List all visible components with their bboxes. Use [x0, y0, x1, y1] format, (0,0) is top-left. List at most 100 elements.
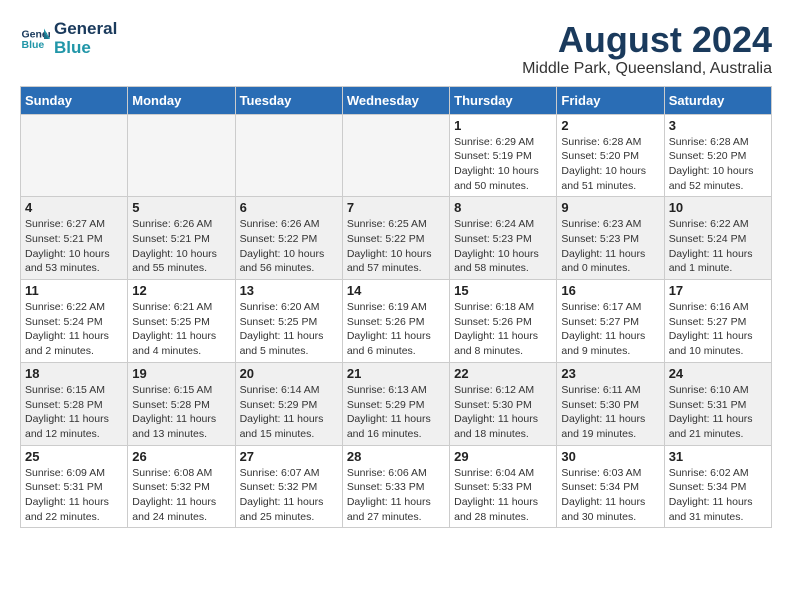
day-number: 19	[132, 366, 230, 381]
calendar-day: 19 Sunrise: 6:15 AMSunset: 5:28 PMDayligh…	[128, 362, 235, 445]
day-number: 26	[132, 449, 230, 464]
day-info: Sunrise: 6:15 AMSunset: 5:28 PMDaylight:…	[25, 383, 123, 442]
calendar-day: 8 Sunrise: 6:24 AMSunset: 5:23 PMDaylight…	[450, 197, 557, 280]
calendar-table: SundayMondayTuesdayWednesdayThursdayFrid…	[20, 86, 772, 529]
calendar-day: 31 Sunrise: 6:02 AMSunset: 5:34 PMDayligh…	[664, 445, 771, 528]
calendar-day: 23 Sunrise: 6:11 AMSunset: 5:30 PMDayligh…	[557, 362, 664, 445]
day-info: Sunrise: 6:10 AMSunset: 5:31 PMDaylight:…	[669, 383, 767, 442]
logo-text-general: General	[54, 20, 117, 39]
day-info: Sunrise: 6:21 AMSunset: 5:25 PMDaylight:…	[132, 300, 230, 359]
calendar-day	[235, 114, 342, 197]
day-info: Sunrise: 6:11 AMSunset: 5:30 PMDaylight:…	[561, 383, 659, 442]
day-info: Sunrise: 6:16 AMSunset: 5:27 PMDaylight:…	[669, 300, 767, 359]
calendar-day: 5Sunrise: 6:26 AMSunset: 5:21 PMDaylight…	[128, 197, 235, 280]
day-number: 25	[25, 449, 123, 464]
day-info: Sunrise: 6:28 AMSunset: 5:20 PMDaylight:…	[561, 135, 659, 194]
day-number: 1	[454, 118, 552, 133]
calendar-week-1: 1 Sunrise: 6:29 AMSunset: 5:19 PMDaylight…	[21, 114, 772, 197]
day-number: 6	[240, 200, 338, 215]
day-info: Sunrise: 6:22 AMSunset: 5:24 PMDaylight:…	[25, 300, 123, 359]
calendar-week-5: 25 Sunrise: 6:09 AMSunset: 5:31 PMDayligh…	[21, 445, 772, 528]
day-info: Sunrise: 6:19 AMSunset: 5:26 PMDaylight:…	[347, 300, 445, 359]
calendar-day: 14Sunrise: 6:19 AMSunset: 5:26 PMDayligh…	[342, 280, 449, 363]
day-info: Sunrise: 6:27 AMSunset: 5:21 PMDaylight:…	[25, 217, 123, 276]
calendar-day: 29 Sunrise: 6:04 AMSunset: 5:33 PMDayligh…	[450, 445, 557, 528]
calendar-day	[128, 114, 235, 197]
calendar-day	[21, 114, 128, 197]
day-number: 18	[25, 366, 123, 381]
day-info: Sunrise: 6:02 AMSunset: 5:34 PMDaylight:…	[669, 466, 767, 525]
calendar-day: 24Sunrise: 6:10 AMSunset: 5:31 PMDayligh…	[664, 362, 771, 445]
day-info: Sunrise: 6:08 AMSunset: 5:32 PMDaylight:…	[132, 466, 230, 525]
day-number: 22	[454, 366, 552, 381]
day-number: 12	[132, 283, 230, 298]
page-header: General Blue General Blue August 2024 Mi…	[20, 20, 772, 78]
calendar-day: 30 Sunrise: 6:03 AMSunset: 5:34 PMDayligh…	[557, 445, 664, 528]
calendar-day: 4 Sunrise: 6:27 AMSunset: 5:21 PMDaylight…	[21, 197, 128, 280]
day-number: 21	[347, 366, 445, 381]
calendar-day: 9 Sunrise: 6:23 AMSunset: 5:23 PMDaylight…	[557, 197, 664, 280]
day-number: 8	[454, 200, 552, 215]
day-number: 4	[25, 200, 123, 215]
day-number: 30	[561, 449, 659, 464]
calendar-day: 18 Sunrise: 6:15 AMSunset: 5:28 PMDayligh…	[21, 362, 128, 445]
weekday-header-saturday: Saturday	[664, 86, 771, 114]
calendar-day	[342, 114, 449, 197]
day-number: 28	[347, 449, 445, 464]
calendar-day: 28 Sunrise: 6:06 AMSunset: 5:33 PMDayligh…	[342, 445, 449, 528]
day-info: Sunrise: 6:23 AMSunset: 5:23 PMDaylight:…	[561, 217, 659, 276]
day-number: 17	[669, 283, 767, 298]
logo-text-blue: Blue	[54, 39, 117, 58]
day-info: Sunrise: 6:22 AMSunset: 5:24 PMDaylight:…	[669, 217, 767, 276]
calendar-day: 21Sunrise: 6:13 AMSunset: 5:29 PMDayligh…	[342, 362, 449, 445]
calendar-day: 7Sunrise: 6:25 AMSunset: 5:22 PMDaylight…	[342, 197, 449, 280]
day-info: Sunrise: 6:06 AMSunset: 5:33 PMDaylight:…	[347, 466, 445, 525]
day-number: 10	[669, 200, 767, 215]
calendar-day: 1 Sunrise: 6:29 AMSunset: 5:19 PMDaylight…	[450, 114, 557, 197]
calendar-day: 15Sunrise: 6:18 AMSunset: 5:26 PMDayligh…	[450, 280, 557, 363]
weekday-header-thursday: Thursday	[450, 86, 557, 114]
logo: General Blue General Blue	[20, 20, 117, 57]
day-info: Sunrise: 6:09 AMSunset: 5:31 PMDaylight:…	[25, 466, 123, 525]
day-number: 29	[454, 449, 552, 464]
calendar-day: 20Sunrise: 6:14 AMSunset: 5:29 PMDayligh…	[235, 362, 342, 445]
calendar-week-4: 18 Sunrise: 6:15 AMSunset: 5:28 PMDayligh…	[21, 362, 772, 445]
title-block: August 2024 Middle Park, Queensland, Aus…	[522, 20, 772, 78]
day-number: 2	[561, 118, 659, 133]
day-number: 5	[132, 200, 230, 215]
svg-text:Blue: Blue	[22, 39, 45, 51]
calendar-day: 26 Sunrise: 6:08 AMSunset: 5:32 PMDayligh…	[128, 445, 235, 528]
calendar-day: 25 Sunrise: 6:09 AMSunset: 5:31 PMDayligh…	[21, 445, 128, 528]
calendar-day: 12 Sunrise: 6:21 AMSunset: 5:25 PMDayligh…	[128, 280, 235, 363]
weekday-header-sunday: Sunday	[21, 86, 128, 114]
calendar-day: 22 Sunrise: 6:12 AMSunset: 5:30 PMDayligh…	[450, 362, 557, 445]
day-number: 15	[454, 283, 552, 298]
weekday-header-friday: Friday	[557, 86, 664, 114]
day-info: Sunrise: 6:04 AMSunset: 5:33 PMDaylight:…	[454, 466, 552, 525]
calendar-day: 6 Sunrise: 6:26 AMSunset: 5:22 PMDaylight…	[235, 197, 342, 280]
calendar-week-2: 4 Sunrise: 6:27 AMSunset: 5:21 PMDaylight…	[21, 197, 772, 280]
calendar-day: 16Sunrise: 6:17 AMSunset: 5:27 PMDayligh…	[557, 280, 664, 363]
day-number: 27	[240, 449, 338, 464]
calendar-week-3: 11Sunrise: 6:22 AMSunset: 5:24 PMDayligh…	[21, 280, 772, 363]
day-info: Sunrise: 6:03 AMSunset: 5:34 PMDaylight:…	[561, 466, 659, 525]
day-info: Sunrise: 6:20 AMSunset: 5:25 PMDaylight:…	[240, 300, 338, 359]
day-number: 23	[561, 366, 659, 381]
day-info: Sunrise: 6:12 AMSunset: 5:30 PMDaylight:…	[454, 383, 552, 442]
day-info: Sunrise: 6:15 AMSunset: 5:28 PMDaylight:…	[132, 383, 230, 442]
day-number: 16	[561, 283, 659, 298]
day-info: Sunrise: 6:28 AMSunset: 5:20 PMDaylight:…	[669, 135, 767, 194]
month-year: August 2024	[522, 20, 772, 60]
day-info: Sunrise: 6:24 AMSunset: 5:23 PMDaylight:…	[454, 217, 552, 276]
weekday-header-monday: Monday	[128, 86, 235, 114]
day-info: Sunrise: 6:29 AMSunset: 5:19 PMDaylight:…	[454, 135, 552, 194]
day-number: 31	[669, 449, 767, 464]
day-number: 20	[240, 366, 338, 381]
day-number: 13	[240, 283, 338, 298]
day-info: Sunrise: 6:26 AMSunset: 5:22 PMDaylight:…	[240, 217, 338, 276]
calendar-day: 13 Sunrise: 6:20 AMSunset: 5:25 PMDayligh…	[235, 280, 342, 363]
calendar-day: 10 Sunrise: 6:22 AMSunset: 5:24 PMDayligh…	[664, 197, 771, 280]
day-info: Sunrise: 6:25 AMSunset: 5:22 PMDaylight:…	[347, 217, 445, 276]
day-number: 3	[669, 118, 767, 133]
day-number: 9	[561, 200, 659, 215]
